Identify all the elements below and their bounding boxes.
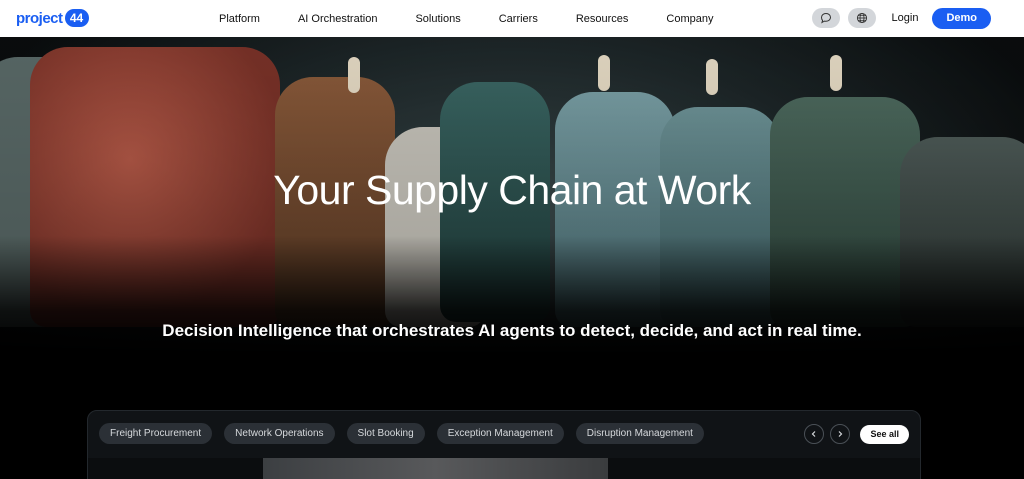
project44-logo[interactable]: project 44 xyxy=(16,7,89,29)
hero-subhead: Decision Intelligence that orchestrates … xyxy=(162,321,862,340)
login-link[interactable]: Login xyxy=(892,12,919,24)
use-case-panel: Freight Procurement Network Operations S… xyxy=(87,410,921,479)
menu-item-ai-orchestration[interactable]: AI Orchestration xyxy=(279,13,396,25)
tab-slot-booking[interactable]: Slot Booking xyxy=(346,423,425,444)
tab-network-operations[interactable]: Network Operations xyxy=(224,423,335,444)
menu-item-platform[interactable]: Platform xyxy=(200,13,279,25)
globe-icon xyxy=(856,12,867,24)
hero-section: Your Supply Chain at Work Decision Intel… xyxy=(0,37,1024,479)
menu-item-resources[interactable]: Resources xyxy=(557,13,648,25)
logo-badge: 44 xyxy=(64,9,89,27)
chat-bubble-icon xyxy=(820,12,831,24)
menu-item-solutions[interactable]: Solutions xyxy=(396,13,479,25)
tab-freight-procurement[interactable]: Freight Procurement xyxy=(99,423,213,444)
menu-item-carriers[interactable]: Carriers xyxy=(480,13,557,25)
media-image xyxy=(263,458,608,479)
language-button[interactable] xyxy=(847,8,876,28)
chevron-right-icon xyxy=(839,431,843,437)
tab-disruption-management[interactable]: Disruption Management xyxy=(575,423,704,444)
see-all-button[interactable]: See all xyxy=(860,424,909,444)
prev-button[interactable] xyxy=(804,424,825,444)
hero-headline: Your Supply Chain at Work xyxy=(273,167,751,213)
top-nav: project 44 Platform AI Orchestration Sol… xyxy=(0,0,1024,37)
nav-actions: Login Demo xyxy=(811,7,991,29)
demo-button[interactable]: Demo xyxy=(932,7,991,29)
next-button[interactable] xyxy=(830,424,851,444)
panel-media-preview xyxy=(88,458,920,479)
chat-button[interactable] xyxy=(811,8,840,28)
main-menu: Platform AI Orchestration Solutions Carr… xyxy=(200,0,733,37)
menu-item-company[interactable]: Company xyxy=(647,13,732,25)
logo-wordmark: project xyxy=(16,9,63,27)
use-case-tabs: Freight Procurement Network Operations S… xyxy=(99,423,704,444)
carousel-controls: See all xyxy=(804,424,909,444)
tab-exception-management[interactable]: Exception Management xyxy=(436,423,564,444)
chevron-left-icon xyxy=(812,431,816,437)
